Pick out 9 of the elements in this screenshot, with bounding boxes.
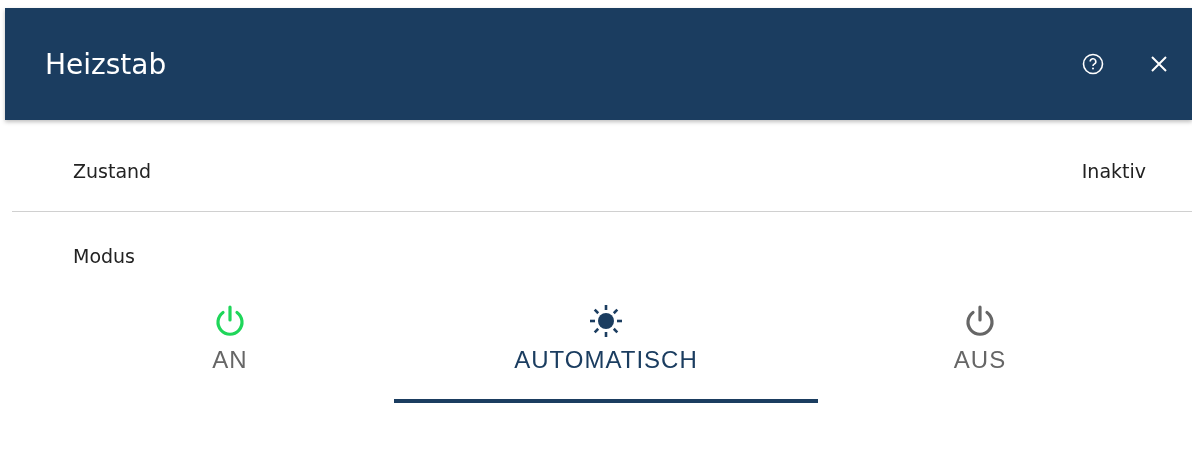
help-icon: [1082, 53, 1104, 75]
close-icon: [1150, 55, 1168, 73]
field-label: Zustand: [73, 159, 152, 182]
mode-tab[interactable]: AUS: [818, 304, 1142, 403]
field-value: Inaktiv: [1081, 159, 1146, 182]
window-title: Heizstab: [45, 47, 167, 81]
mode-tab[interactable]: AUTOMATISCH: [394, 304, 818, 403]
mode-tab[interactable]: AN: [66, 304, 394, 403]
field-label: Modus: [73, 245, 136, 267]
